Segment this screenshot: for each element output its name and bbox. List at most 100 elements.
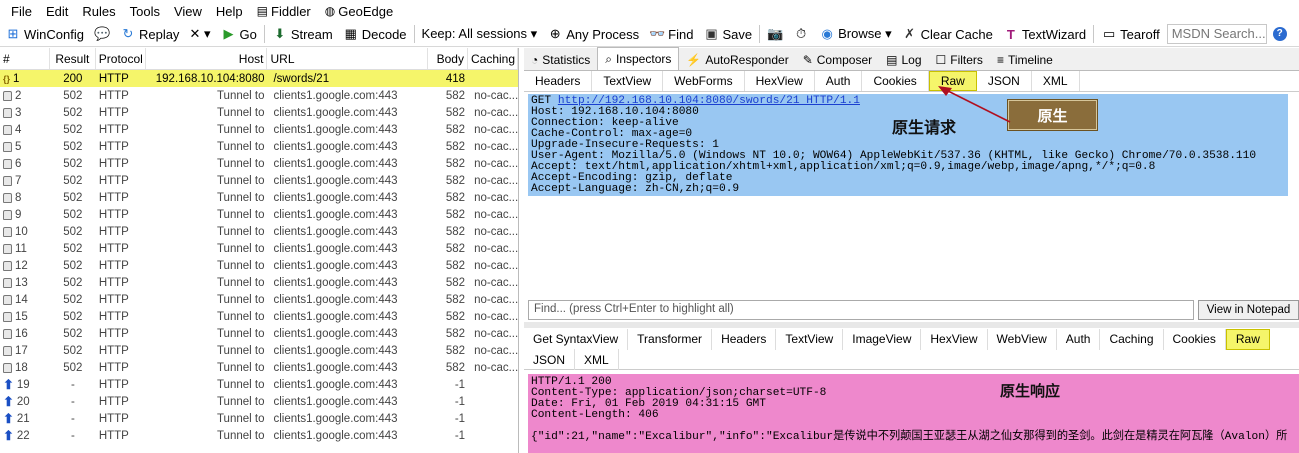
request-tab-auth[interactable]: Auth [815, 71, 863, 91]
find-button[interactable]: 👓 Find [644, 23, 698, 45]
session-row[interactable]: 8 502 HTTP Tunnel to clients1.google.com:443… [0, 189, 518, 206]
remove-button[interactable]: ✕ ▾ [184, 23, 215, 45]
menu-item-edit[interactable]: Edit [39, 4, 75, 19]
raw-request-view[interactable]: GET http://192.168.10.104:8080/swords/21… [528, 94, 1288, 196]
menu-item-file[interactable]: File [4, 4, 39, 19]
response-tab-auth[interactable]: Auth [1057, 328, 1101, 350]
stream-button[interactable]: ⬇ Stream [267, 23, 338, 45]
tab-filters[interactable]: ☐ Filters [929, 49, 990, 70]
session-row[interactable]: 16 502 HTTP Tunnel to clients1.google.com:44… [0, 325, 518, 342]
session-row[interactable]: {} 1 200 HTTP 192.168.10.104:8080/swords/21 4… [0, 70, 518, 87]
session-row[interactable]: 6 502 HTTP Tunnel to clients1.google.com:443… [0, 155, 518, 172]
help-icon[interactable]: ? [1272, 27, 1287, 41]
winconfig-button[interactable]: ⊞ WinConfig [0, 23, 89, 45]
menu-item-help[interactable]: Help [209, 4, 250, 19]
menu-item-view[interactable]: View [167, 4, 209, 19]
browse-button[interactable]: ◉ Browse ▾ [814, 23, 897, 45]
row-number-cell: ⬆ 20 [0, 396, 50, 408]
col-number[interactable]: # [0, 48, 50, 69]
menu-item-fiddler[interactable]: ▤ Fiddler [250, 4, 318, 19]
tab-log[interactable]: ▤ Log [879, 49, 928, 70]
response-tab-json[interactable]: JSON [524, 349, 576, 370]
lock-icon [3, 107, 12, 118]
col-host[interactable]: Host [146, 48, 268, 69]
session-row[interactable]: ⬆ 22 - HTTP Tunnel to clients1.google.com:443… [0, 427, 518, 444]
clear-cache-button[interactable]: ✗ Clear Cache [897, 23, 998, 45]
session-row[interactable]: 10 502 HTTP Tunnel to clients1.google.com:44… [0, 223, 518, 240]
msdn-search-input[interactable]: MSDN Search... [1166, 24, 1267, 44]
session-row[interactable]: 18 502 HTTP Tunnel to clients1.google.com:44… [0, 359, 518, 376]
tab-timeline[interactable]: ≡ Timeline [990, 49, 1060, 70]
col-body[interactable]: Body [428, 48, 468, 69]
inspect-icon: ⌕ [605, 51, 612, 66]
request-tab-headers[interactable]: Headers [524, 71, 593, 91]
tab-statistics[interactable]: ◔ Statistics [524, 49, 597, 70]
keep-sessions-dropdown[interactable]: Keep: All sessions ▾ [417, 23, 543, 45]
tab-inspectors[interactable]: ⌕ Inspectors [597, 47, 680, 70]
row-result: 502 [63, 327, 83, 340]
response-tab-caching[interactable]: Caching [1100, 328, 1164, 350]
row-host: Tunnel to [216, 344, 265, 357]
col-protocol[interactable]: Protocol [96, 48, 146, 69]
raw-response-view[interactable]: HTTP/1.1 200 Content-Type: application/j… [528, 374, 1299, 453]
tab-autoresponder[interactable]: ⚡ AutoResponder [679, 49, 795, 70]
menu-item-geoedge[interactable]: ◍ GeoEdge [318, 4, 400, 19]
response-tab-imageview[interactable]: ImageView [843, 328, 922, 350]
session-row[interactable]: 3 502 HTTP Tunnel to clients1.google.com:443… [0, 104, 518, 121]
lock-icon [3, 328, 12, 339]
tearoff-button[interactable]: ▭ Tearoff [1096, 23, 1165, 45]
response-tab-raw[interactable]: Raw [1225, 328, 1270, 350]
go-button[interactable]: ▶ Go [215, 23, 261, 45]
timer-button[interactable]: ⏱ [788, 23, 814, 45]
session-row[interactable]: 13 502 HTTP Tunnel to clients1.google.com:44… [0, 274, 518, 291]
screenshot-button[interactable]: 📷 [762, 23, 788, 45]
row-caching: no-cac... [474, 191, 518, 204]
session-row[interactable]: 7 502 HTTP Tunnel to clients1.google.com:443… [0, 172, 518, 189]
request-tab-hexview[interactable]: HexView [745, 71, 815, 91]
session-row[interactable]: 5 502 HTTP Tunnel to clients1.google.com:443… [0, 138, 518, 155]
menu-item-rules[interactable]: Rules [75, 4, 122, 19]
row-url: clients1.google.com:443 [273, 429, 398, 442]
session-row[interactable]: 2 502 HTTP Tunnel to clients1.google.com:443… [0, 87, 518, 104]
response-tab-cookies[interactable]: Cookies [1164, 328, 1226, 350]
textwizard-button[interactable]: T TextWizard [998, 23, 1091, 45]
row-number-cell: 14 [0, 294, 50, 306]
session-row[interactable]: ⬆ 21 - HTTP Tunnel to clients1.google.com:443… [0, 410, 518, 427]
row-number-cell: 7 [0, 175, 50, 187]
replay-button[interactable]: ↻ Replay [115, 23, 184, 45]
tab-composer[interactable]: ✎ Composer [796, 49, 879, 70]
col-result[interactable]: Result [50, 48, 96, 69]
request-tab-webforms[interactable]: WebForms [663, 71, 745, 91]
session-row[interactable]: ⬆ 19 - HTTP Tunnel to clients1.google.com:443… [0, 376, 518, 393]
col-url[interactable]: URL [267, 48, 429, 69]
session-row[interactable]: ⬆ 20 - HTTP Tunnel to clients1.google.com:443… [0, 393, 518, 410]
response-tab-webview[interactable]: WebView [988, 328, 1057, 350]
request-tab-xml[interactable]: XML [1032, 71, 1080, 91]
session-row[interactable]: 9 502 HTTP Tunnel to clients1.google.com:443… [0, 206, 518, 223]
session-row[interactable]: 11 502 HTTP Tunnel to clients1.google.com:44… [0, 240, 518, 257]
view-in-notepad-button[interactable]: View in Notepad [1198, 300, 1299, 320]
comment-button[interactable]: 💬 [89, 23, 115, 45]
menu-item-tools[interactable]: Tools [123, 4, 167, 19]
response-tab-hexview[interactable]: HexView [921, 328, 988, 350]
session-row[interactable]: 12 502 HTTP Tunnel to clients1.google.com:44… [0, 257, 518, 274]
session-row[interactable]: 14 502 HTTP Tunnel to clients1.google.com:44… [0, 291, 518, 308]
save-button[interactable]: ▣ Save [698, 23, 757, 45]
response-tab-get-syntaxview[interactable]: Get SyntaxView [524, 328, 629, 350]
col-caching[interactable]: Caching [468, 48, 518, 69]
session-row[interactable]: 17 502 HTTP Tunnel to clients1.google.com:44… [0, 342, 518, 359]
response-tab-textview[interactable]: TextView [776, 328, 844, 350]
response-tab-xml[interactable]: XML [575, 349, 619, 370]
response-tab-transformer[interactable]: Transformer [628, 328, 713, 350]
session-row[interactable]: 15 502 HTTP Tunnel to clients1.google.com:44… [0, 308, 518, 325]
session-row[interactable]: 4 502 HTTP Tunnel to clients1.google.com:443… [0, 121, 518, 138]
row-caching: no-cac... [474, 361, 518, 374]
find-input[interactable]: Find... (press Ctrl+Enter to highlight a… [528, 300, 1194, 320]
row-result: 502 [63, 140, 83, 153]
decode-button[interactable]: ▦ Decode [338, 23, 412, 45]
row-url: clients1.google.com:443 [273, 191, 398, 204]
response-tab-headers[interactable]: Headers [712, 328, 777, 350]
request-tab-cookies[interactable]: Cookies [862, 71, 929, 91]
any-process-button[interactable]: ⊕ Any Process [542, 23, 644, 45]
request-tab-textview[interactable]: TextView [592, 71, 664, 91]
